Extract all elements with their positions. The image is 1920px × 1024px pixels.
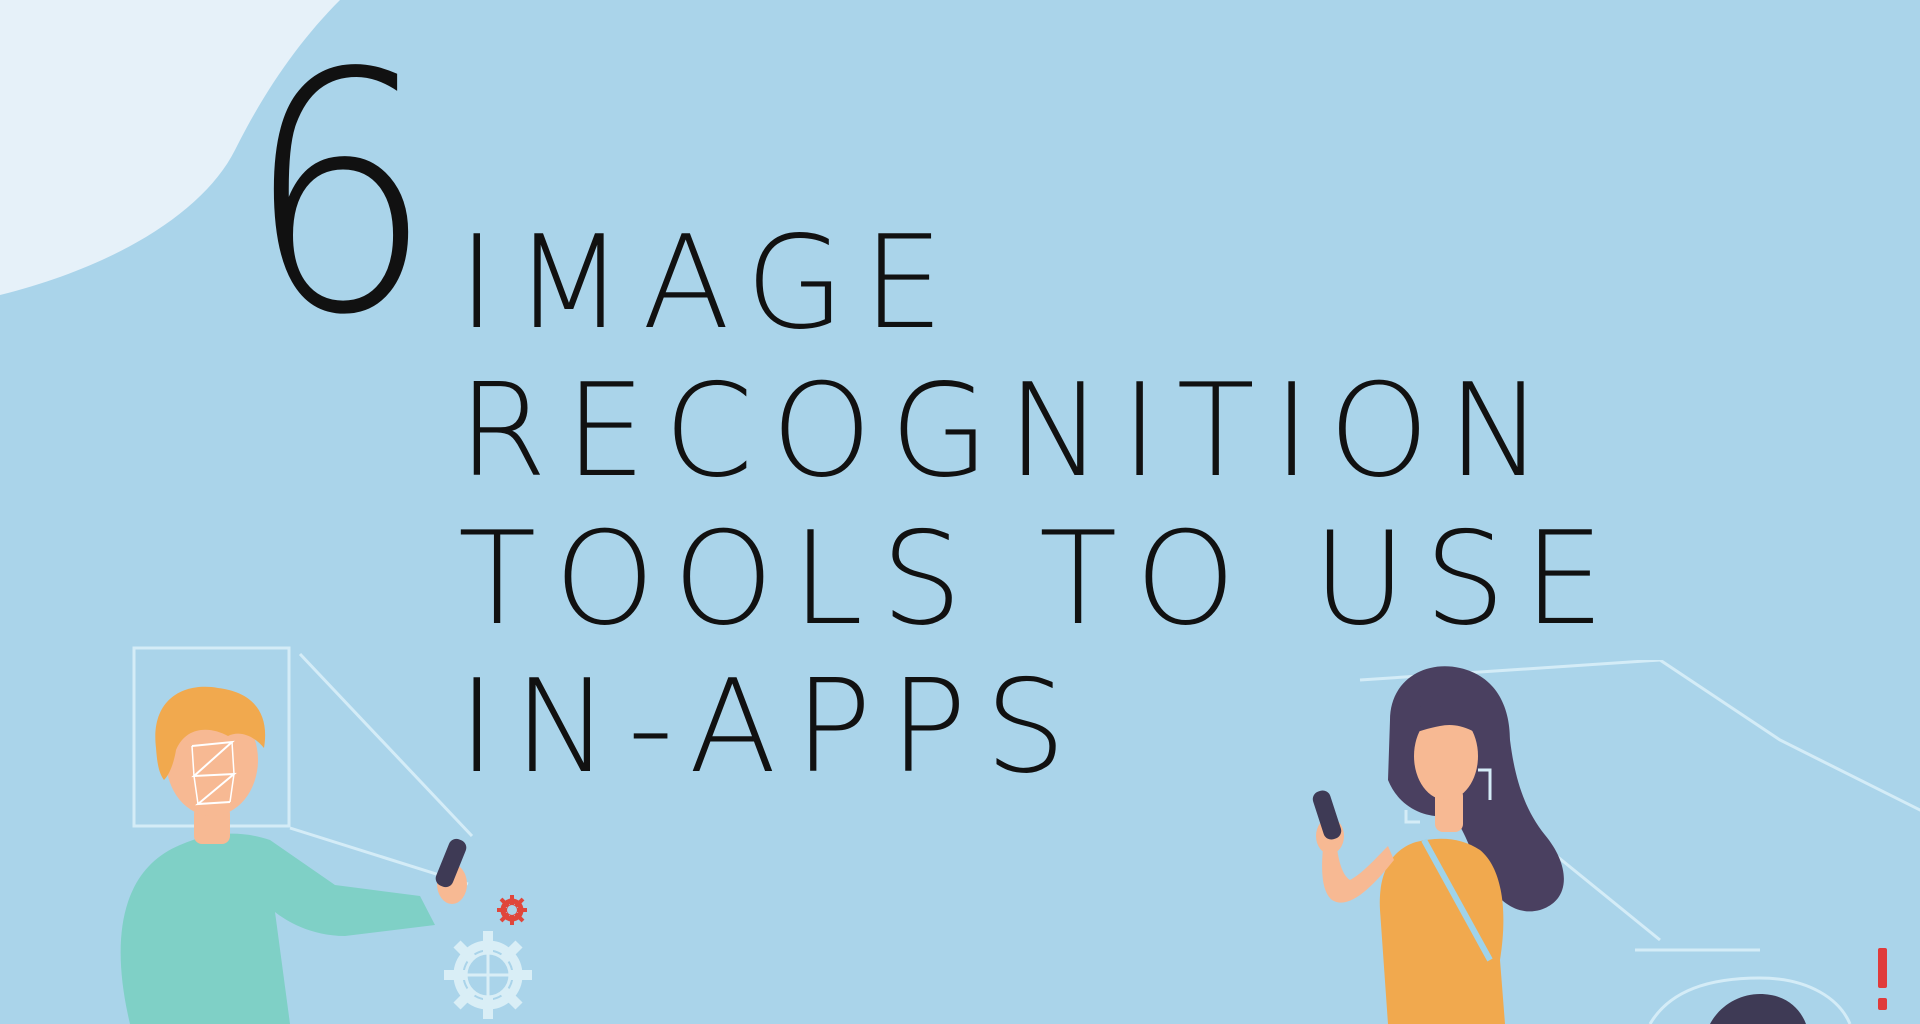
small-gear-icon: [497, 895, 527, 925]
phone-icon: [1312, 790, 1342, 840]
man-illustration: [120, 646, 532, 1024]
woman-illustration: [1312, 660, 1920, 1024]
headline-line-3: TOOLS TO USE: [458, 505, 1623, 654]
man-shirt: [120, 833, 436, 1024]
headline-line-2: RECOGNITION: [458, 357, 1562, 506]
woman-top: [1379, 838, 1505, 1024]
headline-line-1: IMAGE: [458, 209, 962, 358]
gear-icon: [444, 931, 532, 1019]
poster-scene: 6 IMAGE RECOGNITION TOOLS TO USE IN-APPS: [0, 0, 1920, 1024]
headline-number: 6: [245, 3, 434, 387]
alert-icon: [1878, 948, 1887, 1010]
